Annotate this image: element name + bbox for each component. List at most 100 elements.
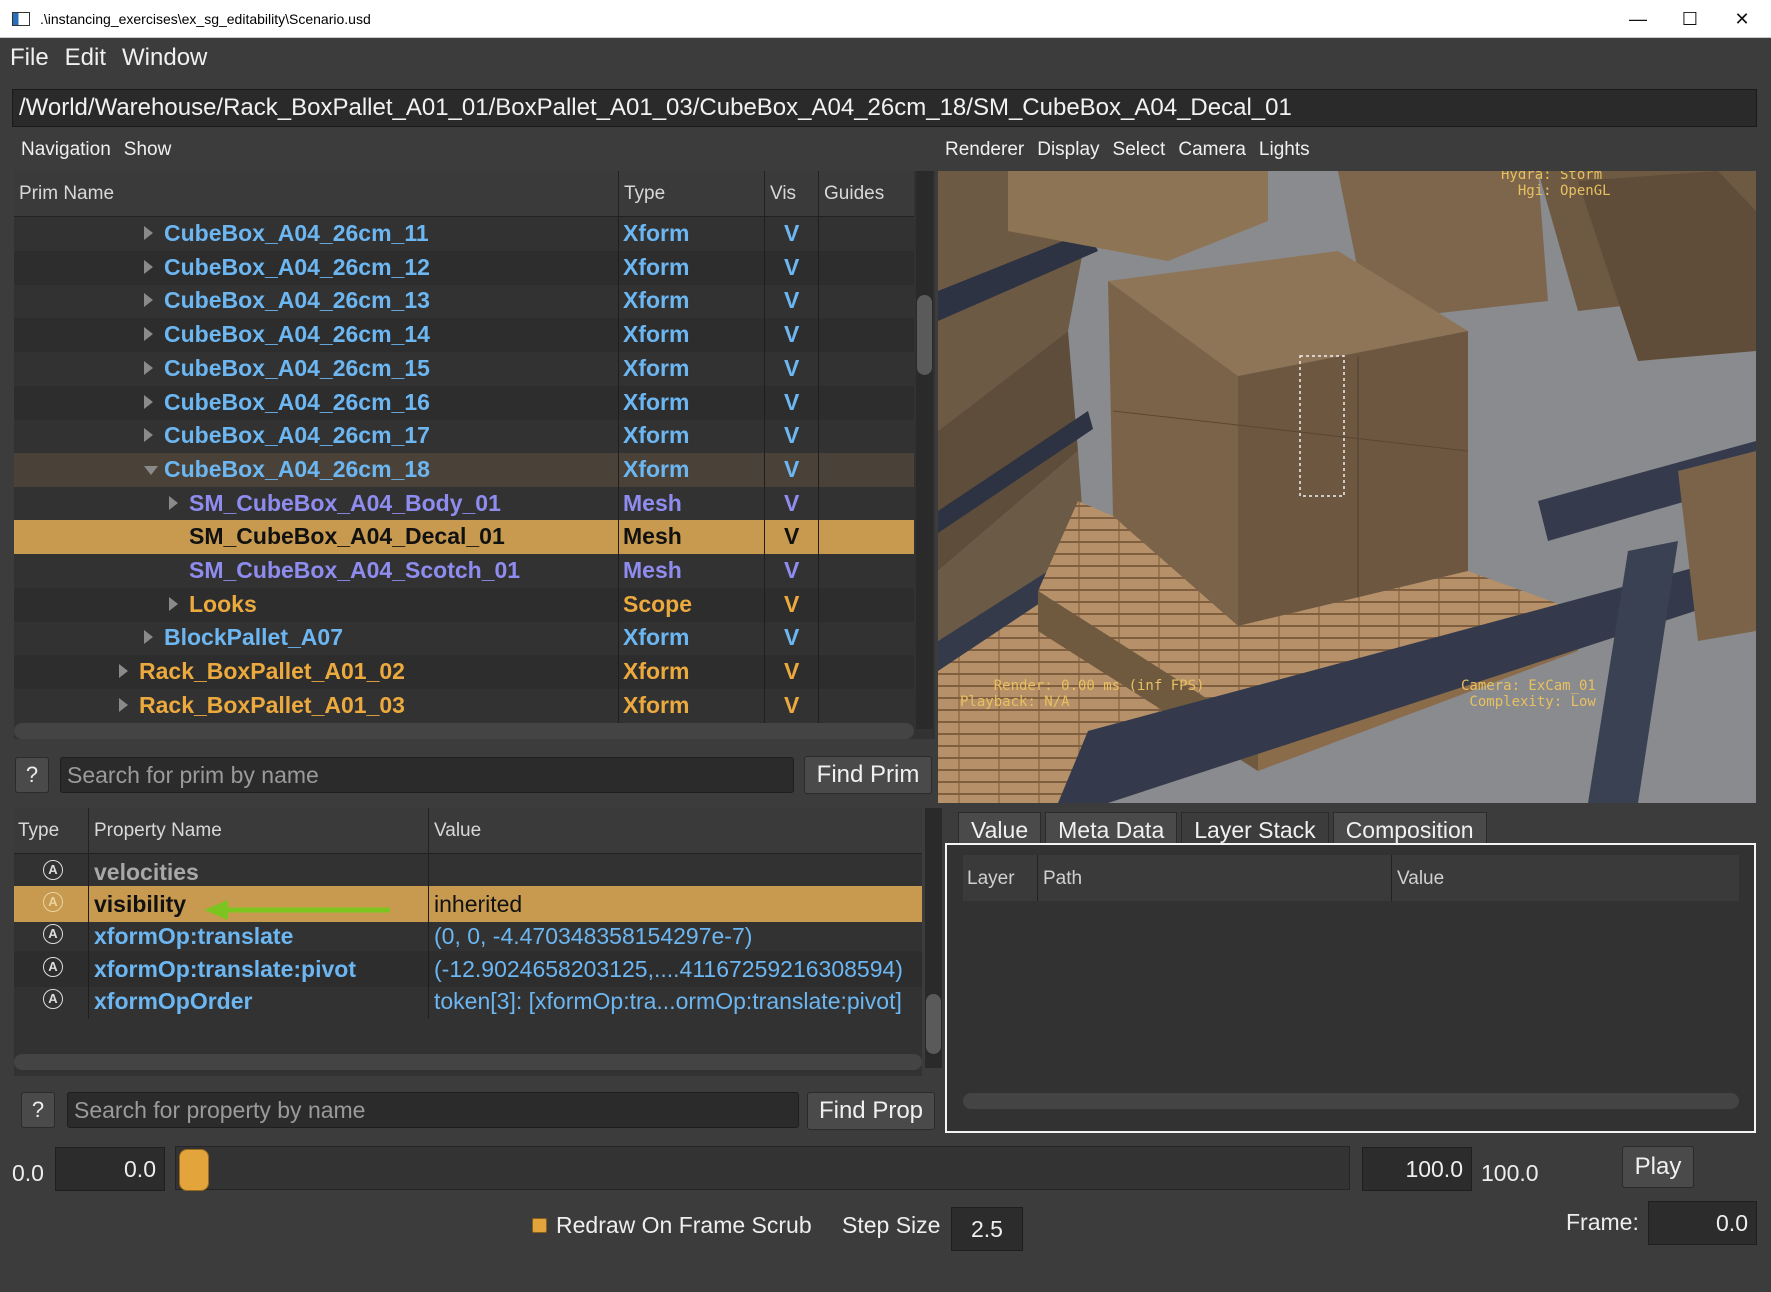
prim-row[interactable]: SM_CubeBox_A04_Decal_01 Mesh V [14, 520, 914, 555]
prim-row[interactable]: CubeBox_A04_26cm_15 Xform V [14, 351, 914, 386]
expand-arrow-right-icon[interactable] [169, 596, 178, 611]
prim-row[interactable]: CubeBox_A04_26cm_11 Xform V [14, 217, 914, 251]
column-prop-type[interactable]: Type [18, 820, 59, 842]
tab-composition[interactable]: Composition [1332, 812, 1487, 846]
property-vscrollbar[interactable] [925, 808, 942, 1068]
expand-arrow-right-icon[interactable] [119, 664, 128, 679]
property-row[interactable]: Avisibility inherited [14, 886, 922, 923]
tab-value[interactable]: Value [958, 812, 1042, 846]
prim-vis-toggle[interactable]: V [784, 557, 799, 584]
prim-row[interactable]: CubeBox_A04_26cm_18 Xform V [14, 452, 914, 487]
prim-row[interactable]: SM_CubeBox_A04_Body_01 Mesh V [14, 486, 914, 521]
prim-row[interactable]: CubeBox_A04_26cm_17 Xform V [14, 419, 914, 454]
expand-arrow-right-icon[interactable] [144, 360, 153, 375]
prim-vis-toggle[interactable]: V [784, 658, 799, 685]
prim-row[interactable]: SM_CubeBox_A04_Scotch_01 Mesh V [14, 554, 914, 588]
prim-type: Xform [623, 253, 690, 280]
prim-vis-toggle[interactable]: V [784, 624, 799, 651]
prim-vis-toggle[interactable]: V [784, 287, 799, 314]
prim-path-field[interactable]: /World/Warehouse/Rack_BoxPallet_A01_01/B… [12, 89, 1757, 127]
menu-renderer[interactable]: Renderer [945, 139, 1024, 161]
prim-row[interactable]: Rack_BoxPallet_A01_02 Xform V [14, 655, 914, 690]
menu-navigation[interactable]: Navigation [21, 139, 111, 161]
timeline-slider[interactable] [175, 1146, 1350, 1190]
menu-edit[interactable]: Edit [55, 44, 112, 72]
timeline-start-field[interactable]: 0.0 [55, 1147, 165, 1191]
column-path[interactable]: Path [1043, 868, 1082, 890]
prim-vis-toggle[interactable]: V [784, 456, 799, 483]
prim-row[interactable]: Looks Scope V [14, 587, 914, 622]
column-layer-value[interactable]: Value [1397, 868, 1444, 890]
menu-show[interactable]: Show [124, 139, 172, 161]
prim-vis-toggle[interactable]: V [784, 355, 799, 382]
column-type[interactable]: Type [624, 183, 665, 205]
timeline-slider-handle[interactable] [179, 1149, 209, 1191]
menu-select[interactable]: Select [1113, 139, 1166, 161]
prim-row[interactable]: CubeBox_A04_26cm_14 Xform V [14, 318, 914, 353]
property-value: inherited [434, 891, 523, 918]
property-row[interactable]: AxformOp:translate (0, 0, -4.470348358154… [14, 918, 922, 955]
prim-row[interactable]: Rack_BoxPallet_A01_03 Xform V [14, 688, 914, 723]
column-vis[interactable]: Vis [770, 183, 796, 205]
prim-vis-toggle[interactable]: V [784, 692, 799, 719]
prim-vis-toggle[interactable]: V [784, 591, 799, 618]
prim-row[interactable]: CubeBox_A04_26cm_13 Xform V [14, 284, 914, 319]
prim-search-help-button[interactable]: ? [15, 757, 49, 793]
menu-camera[interactable]: Camera [1178, 139, 1246, 161]
column-layer[interactable]: Layer [967, 868, 1015, 890]
play-button[interactable]: Play [1622, 1146, 1694, 1188]
expand-arrow-right-icon[interactable] [144, 394, 153, 409]
expand-arrow-right-icon[interactable] [144, 630, 153, 645]
maximize-button[interactable]: ☐ [1661, 0, 1719, 38]
prim-tree-vscrollbar[interactable] [916, 171, 933, 729]
menu-display[interactable]: Display [1037, 139, 1099, 161]
prim-tree-hscrollbar[interactable] [14, 723, 914, 739]
layer-stack-hscrollbar[interactable] [963, 1093, 1739, 1109]
timeline-end-field[interactable]: 100.0 [1362, 1147, 1472, 1191]
prim-row[interactable]: CubeBox_A04_26cm_12 Xform V [14, 250, 914, 285]
expand-arrow-right-icon[interactable] [144, 226, 153, 240]
column-prop-value[interactable]: Value [434, 820, 481, 842]
column-property-name[interactable]: Property Name [94, 820, 222, 842]
frame-field[interactable]: 0.0 [1648, 1201, 1757, 1245]
prim-vis-toggle[interactable]: V [784, 422, 799, 449]
property-hscrollbar[interactable] [14, 1054, 922, 1070]
property-row[interactable]: AxformOpOrder token[3]: [xformOp:tra...or… [14, 982, 922, 1019]
property-search-help-button[interactable]: ? [21, 1092, 55, 1128]
expand-arrow-right-icon[interactable] [144, 327, 153, 342]
column-prim-name[interactable]: Prim Name [19, 183, 114, 205]
step-size-field[interactable]: 2.5 [951, 1207, 1023, 1251]
prim-vis-toggle[interactable]: V [784, 321, 799, 348]
expand-arrow-right-icon[interactable] [144, 259, 153, 274]
viewport-3d[interactable]: Hydra: Storm Hgi: OpenGL Render: 0.00 ms… [938, 171, 1756, 803]
find-prop-button[interactable]: Find Prop [807, 1092, 935, 1130]
tab-meta-data[interactable]: Meta Data [1045, 812, 1178, 846]
minimize-button[interactable]: — [1609, 0, 1667, 38]
property-row[interactable]: AxformOp:translate:pivot (-12.90246582031… [14, 950, 922, 987]
prim-vis-toggle[interactable]: V [784, 389, 799, 416]
property-search-input[interactable]: Search for property by name [67, 1092, 799, 1128]
prim-vis-toggle[interactable]: V [784, 220, 799, 247]
column-guides[interactable]: Guides [824, 183, 884, 205]
expand-arrow-right-icon[interactable] [144, 428, 153, 443]
prim-vis-toggle[interactable]: V [784, 523, 799, 550]
expand-arrow-down-icon[interactable] [144, 465, 158, 475]
property-vscroll-thumb[interactable] [926, 994, 941, 1054]
redraw-on-scrub-checkbox[interactable] [532, 1218, 547, 1233]
prim-vis-toggle[interactable]: V [784, 490, 799, 517]
menu-lights[interactable]: Lights [1259, 139, 1310, 161]
prim-vis-toggle[interactable]: V [784, 254, 799, 281]
expand-arrow-right-icon[interactable] [144, 293, 153, 308]
expand-arrow-right-icon[interactable] [169, 495, 178, 510]
tab-layer-stack[interactable]: Layer Stack [1181, 812, 1329, 846]
find-prim-button[interactable]: Find Prim [804, 756, 932, 794]
property-row[interactable]: Avelocities [14, 854, 922, 890]
prim-search-input[interactable]: Search for prim by name [60, 757, 794, 793]
prim-tree-vscroll-thumb[interactable] [917, 295, 932, 375]
menu-file[interactable]: File [0, 44, 55, 72]
prim-row[interactable]: CubeBox_A04_26cm_16 Xform V [14, 385, 914, 420]
menu-window[interactable]: Window [112, 44, 213, 72]
close-button[interactable]: ✕ [1713, 0, 1771, 38]
expand-arrow-right-icon[interactable] [119, 697, 128, 712]
prim-row[interactable]: BlockPallet_A07 Xform V [14, 621, 914, 656]
